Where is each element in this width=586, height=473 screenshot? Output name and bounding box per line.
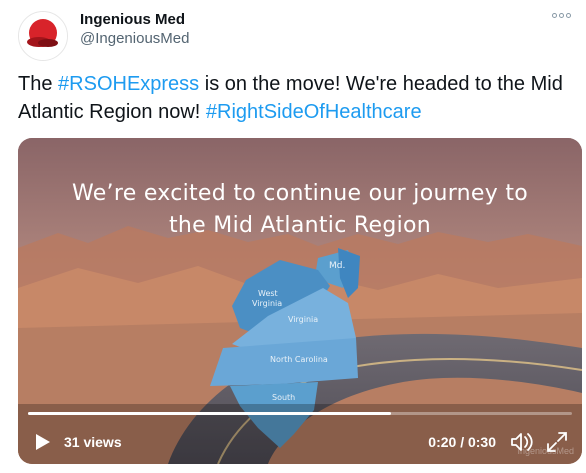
more-options-icon[interactable] (550, 8, 572, 22)
play-icon[interactable] (32, 432, 52, 452)
video-title-line-1: We’re excited to continue our journey to (71, 181, 529, 206)
ingenious-med-logo-icon (19, 12, 67, 60)
author-avatar[interactable] (18, 11, 68, 61)
map-label-west-virginia-2: Virginia (252, 299, 282, 308)
hashtag-rsohexpress[interactable]: #RSOHExpress (58, 73, 199, 95)
map-label-virginia: Virginia (288, 315, 318, 324)
tweet-header: Ingenious Med @IngeniousMed (18, 8, 576, 61)
map-label-maryland: Md. (329, 261, 345, 271)
hashtag-rightsideofhealthcare[interactable]: #RightSideOfHealthcare (206, 101, 422, 123)
progress-fill (28, 412, 391, 415)
tweet-text-part-1: The (18, 73, 59, 95)
author-name[interactable]: Ingenious Med (80, 10, 189, 29)
video-controls: 31 views 0:20 / 0:30 (18, 404, 582, 464)
map-label-north-carolina: North Carolina (270, 355, 328, 364)
video-watermark: IngeniousMed (517, 446, 574, 456)
video-title-line-2: the Mid Atlantic Region (168, 213, 432, 238)
map-label-south-carolina: South (272, 393, 295, 402)
author-handle[interactable]: @IngeniousMed (80, 29, 189, 49)
author-names: Ingenious Med @IngeniousMed (80, 10, 189, 49)
video-overlay-title: We’re excited to continue our journey to… (18, 178, 582, 242)
video-player[interactable]: Md. West Virginia Virginia North Carolin… (18, 138, 582, 464)
progress-bar[interactable] (28, 412, 572, 415)
view-count: 31 views (64, 434, 122, 450)
playback-time: 0:20 / 0:30 (428, 434, 496, 450)
tweet-text: The #RSOHExpress is on the move! We're h… (18, 70, 578, 126)
map-label-west-virginia-1: West (258, 289, 278, 298)
